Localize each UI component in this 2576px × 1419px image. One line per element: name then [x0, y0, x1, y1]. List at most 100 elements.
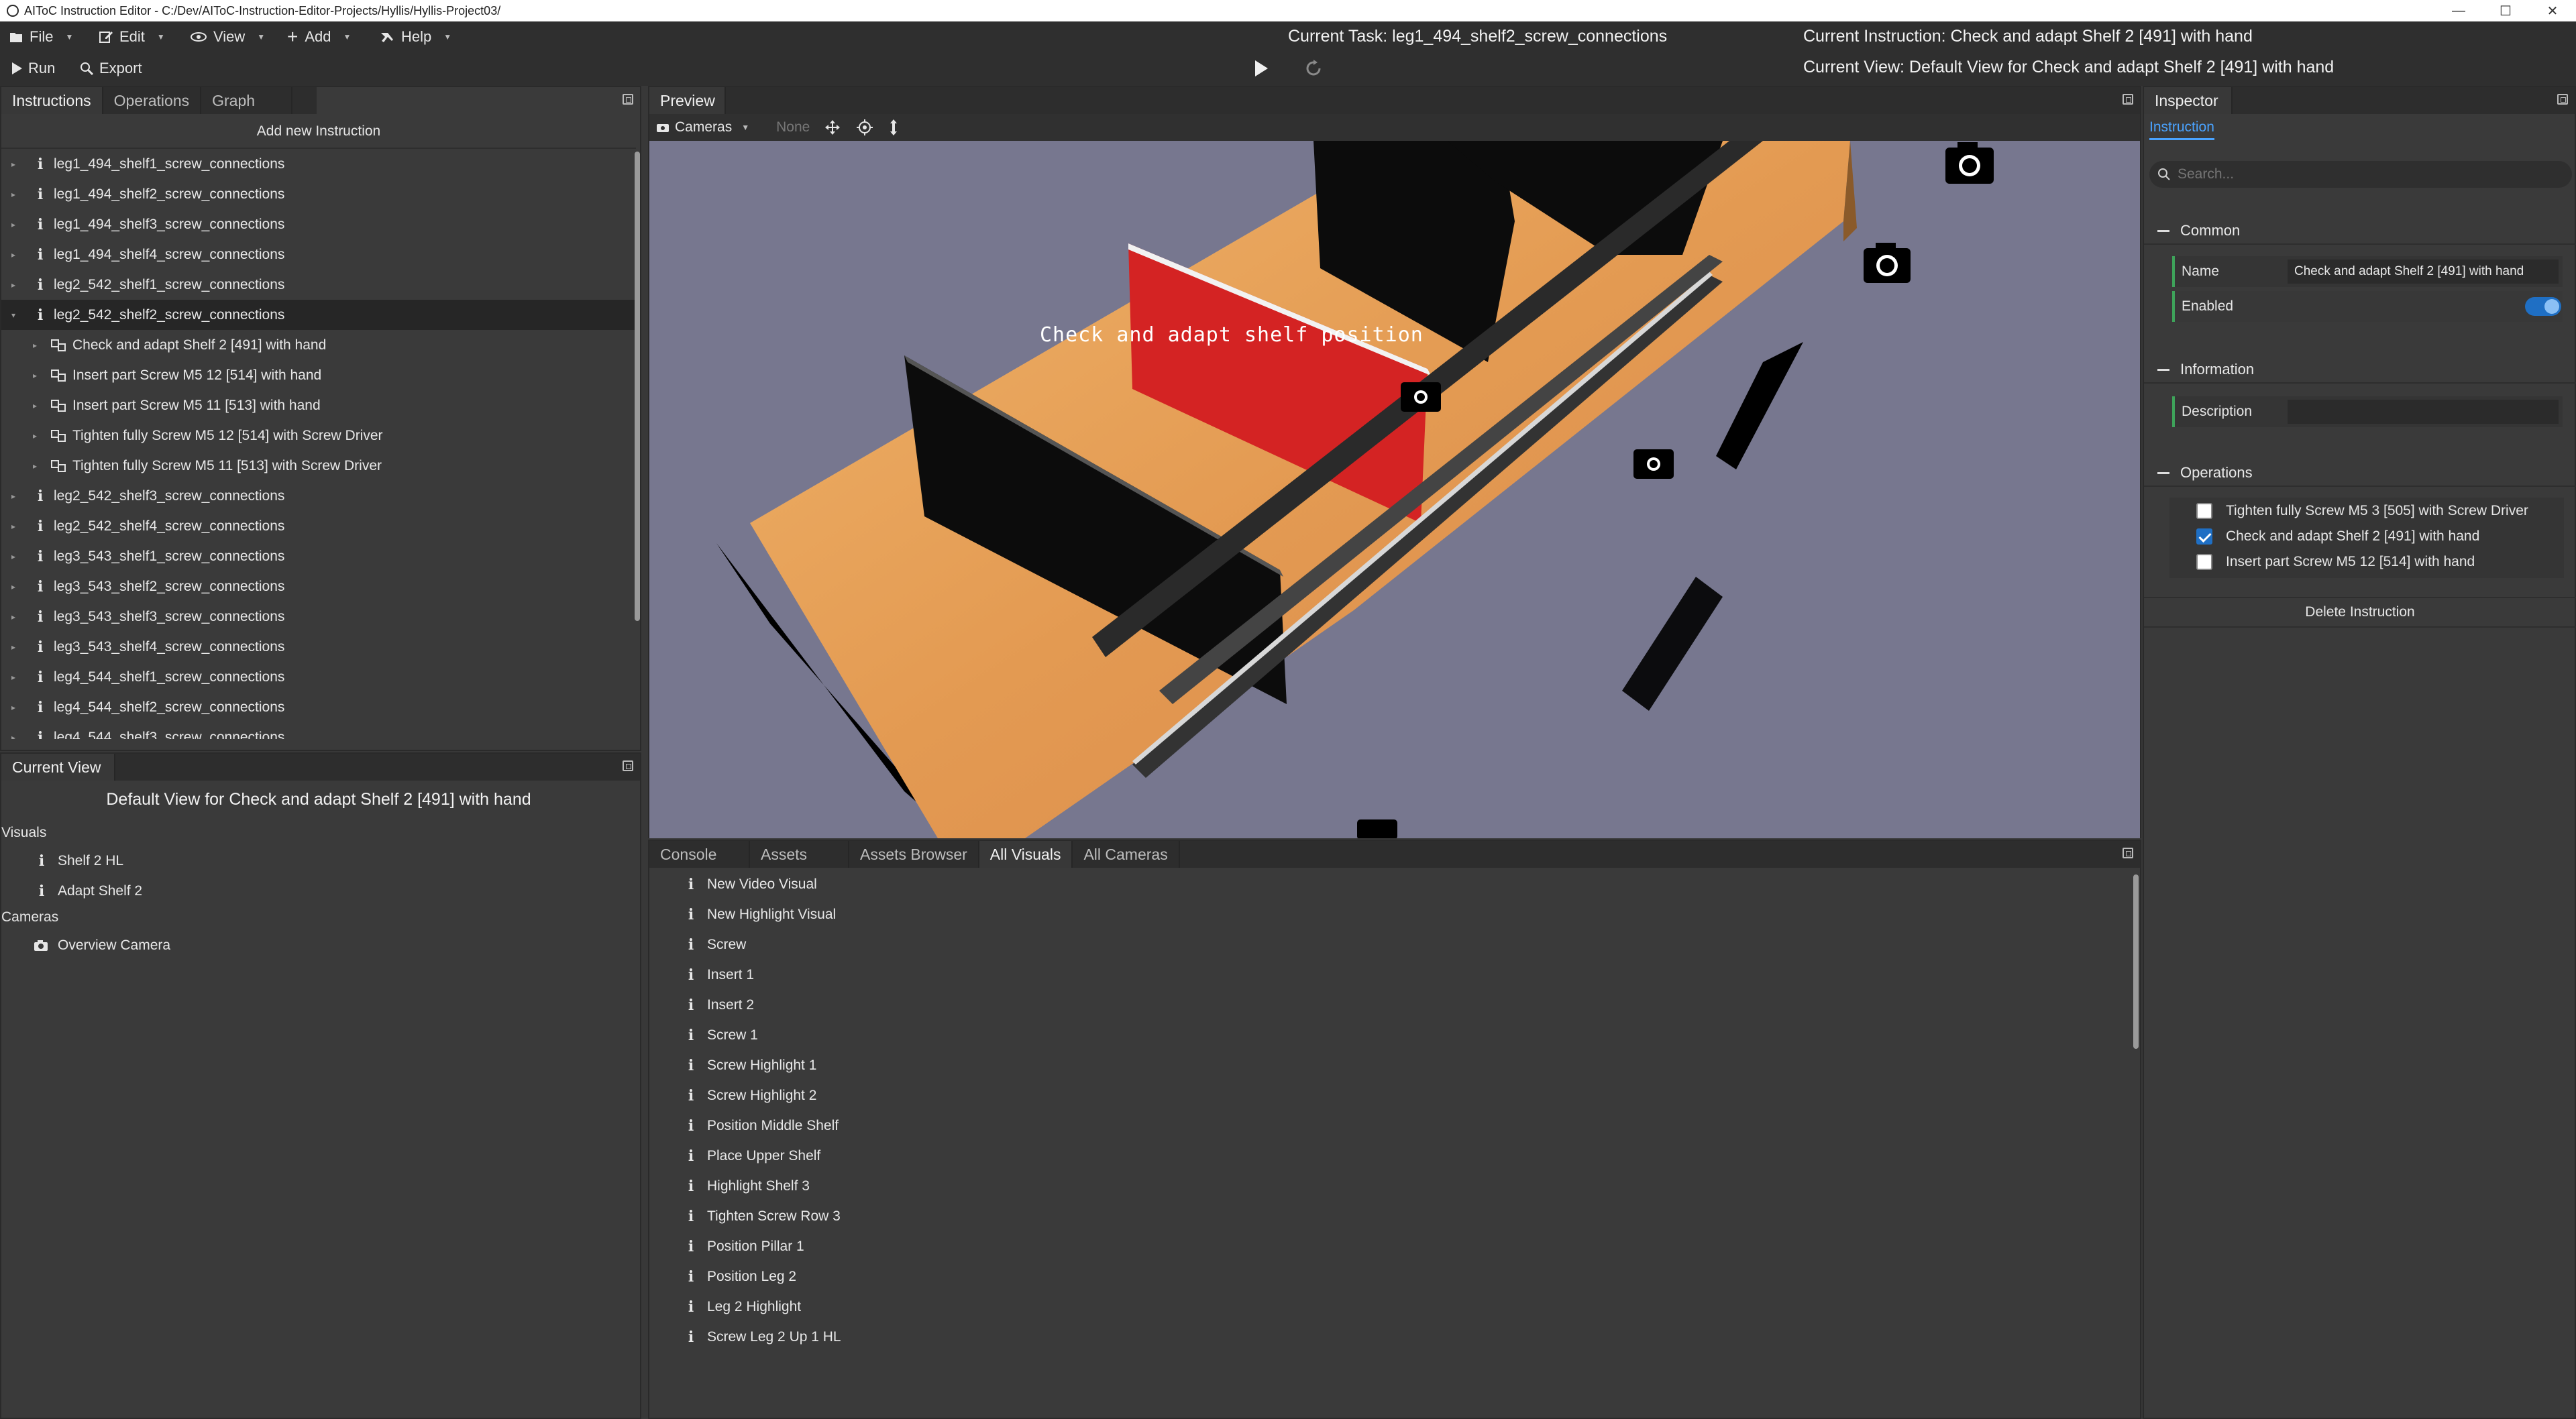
tree-task-item[interactable]: ▸ i leg4_544_shelf1_screw_connections [1, 662, 636, 692]
inspector-search[interactable] [2149, 161, 2572, 188]
visual-list-item[interactable]: i Place Upper Shelf [684, 1141, 820, 1171]
visual-list-item[interactable]: i Insert 1 [684, 960, 754, 990]
expand-arrow-icon[interactable]: ▸ [7, 673, 20, 682]
tree-task-item[interactable]: ▸ i leg3_543_shelf3_screw_connections [1, 602, 636, 632]
operation-check-item[interactable]: Check and adapt Shelf 2 [491] with hand [2196, 528, 2479, 545]
tree-task-item[interactable]: ▸ i leg3_543_shelf1_screw_connections [1, 541, 636, 571]
run-button[interactable]: Run [4, 55, 62, 82]
visual-list-item[interactable]: i Screw Leg 2 Up 1 HL [684, 1322, 841, 1346]
common-section-header[interactable]: Common [2144, 218, 2576, 245]
tab-all-visuals[interactable]: All Visuals [979, 841, 1073, 868]
expand-arrow-icon[interactable]: ▸ [28, 401, 42, 410]
tree-operation-item[interactable]: ▸ Insert part Screw M5 11 [513] with hand [1, 390, 636, 420]
expand-arrow-icon[interactable]: ▸ [7, 280, 20, 290]
checkbox[interactable] [2196, 554, 2212, 570]
search-input[interactable] [2178, 166, 2553, 182]
tree-task-item[interactable]: ▸ i leg2_542_shelf1_screw_connections [1, 270, 636, 300]
maximize-panel-icon[interactable] [2123, 94, 2133, 105]
visual-list-item[interactable]: i Position Pillar 1 [684, 1231, 804, 1261]
tab-assets-browser[interactable]: Assets Browser [849, 841, 979, 868]
tree-operation-item[interactable]: ▸ Tighten fully Screw M5 11 [513] with Sc… [1, 451, 636, 481]
expand-arrow-icon[interactable]: ▸ [7, 522, 20, 531]
tree-operation-item[interactable]: ▸ Check and adapt Shelf 2 [491] with hand [1, 330, 636, 360]
expand-arrow-icon[interactable]: ▸ [28, 431, 42, 441]
visual-list-item[interactable]: i Screw Highlight 1 [684, 1050, 817, 1080]
tab-inspector[interactable]: Inspector [2144, 87, 2233, 114]
vertical-arrows-icon[interactable] [889, 119, 898, 136]
menu-add[interactable]: + Add ▼ [282, 24, 356, 50]
maximize-panel-icon[interactable] [623, 94, 633, 105]
tab-preview[interactable]: Preview [649, 87, 726, 114]
expand-arrow-icon[interactable]: ▸ [7, 612, 20, 622]
expand-arrow-icon[interactable]: ▸ [7, 733, 20, 740]
tree-task-item[interactable]: ▸ i leg2_542_shelf3_screw_connections [1, 481, 636, 511]
move-icon[interactable] [824, 119, 841, 135]
tab-all-cameras[interactable]: All Cameras [1073, 841, 1180, 868]
expand-arrow-icon[interactable]: ▸ [7, 220, 20, 229]
expand-arrow-icon[interactable]: ▸ [7, 552, 20, 561]
play-button[interactable] [1250, 58, 1272, 79]
menu-file[interactable]: File ▼ [4, 24, 78, 50]
tab-current-view[interactable]: Current View [1, 754, 115, 781]
tree-task-item[interactable]: ▸ i leg1_494_shelf4_screw_connections [1, 239, 636, 270]
menu-help[interactable]: Help ▼ [374, 24, 457, 50]
expand-arrow-icon[interactable]: ▸ [7, 492, 20, 501]
visual-list-item[interactable]: i New Video Visual [684, 869, 817, 899]
maximize-panel-icon[interactable] [2123, 848, 2133, 858]
tree-operation-item[interactable]: ▸ Tighten fully Screw M5 12 [514] with Sc… [1, 420, 636, 451]
tab-assets[interactable]: Assets [750, 841, 849, 868]
add-instruction-button[interactable]: Add new Instruction [1, 115, 636, 149]
visual-list-item[interactable]: i New Highlight Visual [684, 899, 836, 929]
tree-task-item[interactable]: ▸ i leg4_544_shelf3_screw_connections [1, 722, 636, 740]
operations-section-header[interactable]: Operations [2144, 460, 2576, 487]
maximize-panel-icon[interactable] [623, 760, 633, 771]
visual-list-item[interactable]: i Highlight Shelf 3 [684, 1171, 810, 1201]
crosshair-icon[interactable] [857, 119, 873, 135]
expand-arrow-icon[interactable]: ▸ [7, 642, 20, 652]
expand-arrow-icon[interactable]: ▸ [7, 190, 20, 199]
visual-list-item[interactable]: i Insert 2 [684, 990, 754, 1020]
none-selector[interactable]: None [776, 119, 810, 135]
viewport-3d[interactable]: Check and adapt shelf position [649, 141, 2140, 838]
close-icon[interactable]: ✕ [2529, 0, 2576, 21]
visual-list-item[interactable]: i Position Middle Shelf [684, 1111, 839, 1141]
visual-list-item[interactable]: i Leg 2 Highlight [684, 1292, 801, 1322]
operation-check-item[interactable]: Tighten fully Screw M5 3 [505] with Scre… [2196, 503, 2528, 519]
visual-list-item[interactable]: i Screw [684, 929, 747, 960]
cameras-dropdown[interactable]: Cameras ▼ [656, 119, 749, 135]
tree-scrollbar[interactable] [635, 152, 640, 621]
tree-task-item[interactable]: ▸ i leg2_542_shelf4_screw_connections [1, 511, 636, 541]
checkbox[interactable] [2196, 503, 2212, 519]
enabled-toggle[interactable] [2525, 297, 2561, 316]
tree-task-item[interactable]: ▸ i leg1_494_shelf2_screw_connections [1, 179, 636, 209]
visual-list-item[interactable]: i Tighten Screw Row 3 [684, 1201, 841, 1231]
minimize-icon[interactable]: — [2435, 0, 2482, 21]
menu-view[interactable]: View ▼ [185, 24, 270, 50]
visual-list-item[interactable]: i Screw Highlight 2 [684, 1080, 817, 1111]
tree-task-item[interactable]: ▸ i leg1_494_shelf3_screw_connections [1, 209, 636, 239]
checkbox-checked[interactable] [2196, 528, 2212, 545]
name-input[interactable]: Check and adapt Shelf 2 [491] with hand [2288, 260, 2559, 284]
tree-task-item[interactable]: ▸ i leg1_494_shelf1_screw_connections [1, 149, 636, 179]
tab-graph[interactable]: Graph [201, 87, 293, 114]
operation-check-item[interactable]: Insert part Screw M5 12 [514] with hand [2196, 554, 2475, 570]
tab-operations[interactable]: Operations [103, 87, 202, 114]
description-input[interactable] [2288, 400, 2559, 424]
delete-instruction-button[interactable]: Delete Instruction [2144, 597, 2576, 628]
visual-list-item[interactable]: i Screw 1 [684, 1020, 758, 1050]
tab-console[interactable]: Console [649, 841, 750, 868]
expand-arrow-icon[interactable]: ▸ [28, 461, 42, 471]
export-button[interactable]: Export [72, 55, 149, 82]
reset-button[interactable] [1303, 58, 1324, 79]
expand-arrow-icon[interactable]: ▸ [7, 250, 20, 260]
information-section-header[interactable]: Information [2144, 357, 2576, 384]
expand-arrow-icon[interactable]: ▸ [7, 582, 20, 591]
expand-arrow-icon[interactable]: ▸ [7, 703, 20, 712]
menu-edit[interactable]: Edit ▼ [94, 24, 170, 50]
tree-operation-item[interactable]: ▸ Insert part Screw M5 12 [514] with hand [1, 360, 636, 390]
tab-instructions[interactable]: Instructions [1, 87, 103, 114]
tree-task-item[interactable]: ▸ i leg3_543_shelf2_screw_connections [1, 571, 636, 602]
tab-instruction[interactable]: Instruction [2149, 119, 2214, 140]
tree-task-item[interactable]: ▸ i leg3_543_shelf4_screw_connections [1, 632, 636, 662]
maximize-icon[interactable]: ☐ [2482, 0, 2529, 21]
